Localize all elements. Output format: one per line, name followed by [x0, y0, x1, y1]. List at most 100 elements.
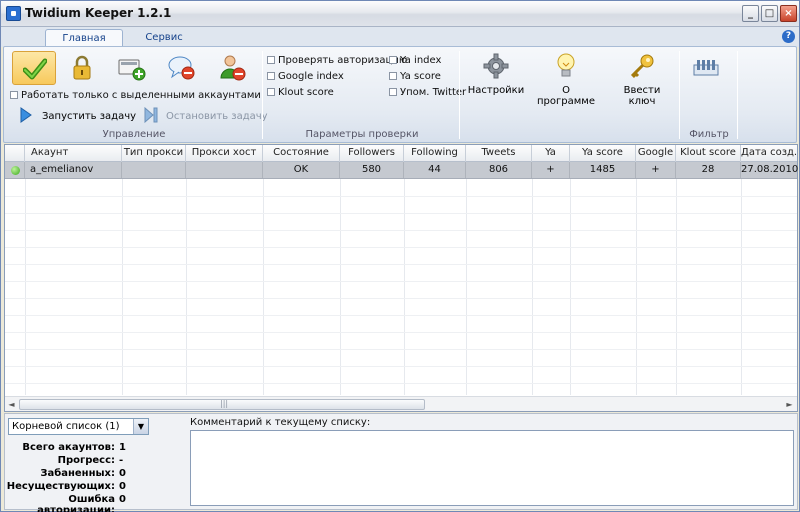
table-row[interactable]: a_emelianov OK 580 44 806 + 1485 + 28 27…: [5, 162, 798, 179]
stat-auth-error-value: 0: [119, 494, 126, 505]
checkbox-box[interactable]: [389, 56, 397, 64]
column-header-ya-score[interactable]: Ya score: [570, 145, 636, 162]
column-header-tweets[interactable]: Tweets: [466, 145, 532, 162]
stat-auth-error-label: Ошибка авторизации:: [37, 494, 115, 512]
app-window: Twidium Keeper 1.2.1 _ □ × Главная Серви…: [0, 0, 800, 512]
stop-icon: [144, 106, 158, 124]
group-separator: [679, 51, 680, 139]
ribbon-panel: Работать только с выделенными аккаунтами…: [3, 46, 797, 143]
check-all-button[interactable]: [12, 51, 56, 85]
grid-row-line: [5, 247, 797, 248]
ya-score-label: Ya score: [400, 71, 441, 82]
stat-progress-value: -: [119, 455, 124, 466]
start-task-label: Запустить задачу: [42, 111, 137, 122]
ya-index-checkbox[interactable]: Ya index: [389, 55, 441, 66]
add-account-button[interactable]: [110, 51, 154, 85]
ya-score-checkbox[interactable]: Ya score: [389, 71, 441, 82]
cell-google[interactable]: +: [636, 162, 676, 178]
minimize-button[interactable]: _: [742, 5, 759, 22]
google-index-checkbox[interactable]: Google index: [267, 71, 344, 82]
comment-textarea[interactable]: [190, 430, 794, 506]
column-header-following[interactable]: Following: [404, 145, 466, 162]
maximize-button[interactable]: □: [761, 5, 778, 22]
cell-state[interactable]: OK: [263, 162, 340, 178]
only-selected-checkbox[interactable]: Работать только с выделенными аккаунтами: [10, 90, 261, 101]
klout-score-checkbox[interactable]: Klout score: [267, 87, 334, 98]
scroll-thumb[interactable]: |||: [19, 399, 425, 410]
stop-task-button[interactable]: Остановить задачу: [144, 106, 268, 124]
cell-tweets[interactable]: 806: [466, 162, 532, 178]
cell-account[interactable]: a_emelianov: [25, 162, 122, 178]
group-label-params: Параметры проверки: [305, 129, 419, 140]
grid-row-line: [5, 196, 797, 197]
settings-label: Настройки: [467, 85, 525, 96]
google-index-label: Google index: [278, 71, 344, 82]
only-selected-label: Работать только с выделенными аккаунтами: [21, 90, 261, 101]
check-icon: [23, 58, 47, 80]
column-header-proxy-type[interactable]: Тип прокси: [122, 145, 186, 162]
twitter-mentions-checkbox[interactable]: Упом. Twitter: [389, 87, 466, 98]
gear-icon: [483, 53, 509, 79]
list-select-value: Корневой список (1): [12, 421, 120, 432]
group-separator: [262, 51, 263, 139]
lock-icon: [73, 55, 91, 80]
column-header-created[interactable]: Дата созд.: [741, 145, 797, 162]
stat-banned-label: Забаненных:: [40, 468, 115, 479]
scroll-right-icon[interactable]: ►: [783, 398, 796, 411]
window-title: Twidium Keeper 1.2.1: [25, 6, 172, 20]
checkbox-box[interactable]: [389, 72, 397, 80]
grid-row-line: [5, 366, 797, 367]
about-label: О программе: [537, 85, 595, 107]
checkbox-box[interactable]: [267, 72, 275, 80]
bottom-panel: Корневой список (1) ▼ Всего акаунтов: 1 …: [4, 413, 798, 512]
column-header-state[interactable]: Состояние: [263, 145, 340, 162]
cell-created[interactable]: 27.08.2010: [741, 162, 798, 178]
enter-key-button[interactable]: Ввести ключ: [610, 53, 674, 107]
chevron-down-icon[interactable]: ▼: [133, 419, 148, 434]
stat-nonexistent-value: 0: [119, 481, 126, 492]
stat-nonexistent-label: Несуществующих:: [6, 481, 115, 492]
column-header-google[interactable]: Google: [636, 145, 676, 162]
cell-followers[interactable]: 580: [340, 162, 404, 178]
close-button[interactable]: ×: [780, 5, 797, 22]
grid-header: Акаунт Тип прокси Прокси хост Состояние …: [5, 145, 797, 162]
remove-comment-button[interactable]: [160, 51, 204, 85]
column-header-proxy-host[interactable]: Прокси хост: [186, 145, 263, 162]
lock-button[interactable]: [60, 51, 104, 85]
checkbox-box[interactable]: [267, 56, 275, 64]
start-task-button[interactable]: Запустить задачу: [20, 107, 136, 123]
cell-following[interactable]: 44: [404, 162, 466, 178]
check-auth-checkbox[interactable]: Проверять авторизацию: [267, 55, 407, 66]
checkbox-box[interactable]: [389, 88, 397, 96]
grid-row-line: [5, 264, 797, 265]
stat-banned-value: 0: [119, 468, 126, 479]
cell-klout[interactable]: 28: [676, 162, 741, 178]
list-select[interactable]: Корневой список (1) ▼: [8, 418, 149, 435]
filter-button[interactable]: [688, 59, 724, 80]
help-icon[interactable]: ?: [782, 30, 795, 43]
scroll-left-icon[interactable]: ◄: [5, 398, 18, 411]
grid-row-line: [5, 213, 797, 214]
group-label-control: Управление: [102, 129, 166, 140]
stop-task-label: Остановить задачу: [166, 111, 268, 122]
column-header-ya[interactable]: Ya: [532, 145, 570, 162]
grid-row-line: [5, 332, 797, 333]
group-separator: [459, 51, 460, 139]
settings-button[interactable]: Настройки: [466, 53, 526, 96]
column-header-followers[interactable]: Followers: [340, 145, 404, 162]
cell-proxy-type[interactable]: [122, 162, 186, 178]
remove-user-button[interactable]: [210, 51, 254, 85]
cell-ya-score[interactable]: 1485: [570, 162, 636, 178]
horizontal-scrollbar[interactable]: ◄ ||| ►: [5, 396, 797, 411]
cell-proxy-host[interactable]: [186, 162, 263, 178]
status-online-icon: [11, 166, 20, 175]
cell-ya[interactable]: +: [532, 162, 570, 178]
checkbox-box[interactable]: [267, 88, 275, 96]
column-header-klout[interactable]: Klout score: [676, 145, 741, 162]
column-header-account[interactable]: Акаунт: [25, 145, 122, 162]
about-button[interactable]: О программе: [534, 53, 598, 107]
lightbulb-icon: [557, 53, 575, 77]
checkbox-box[interactable]: [10, 91, 18, 99]
enter-key-label: Ввести ключ: [623, 85, 661, 107]
column-header-status[interactable]: [5, 145, 25, 162]
